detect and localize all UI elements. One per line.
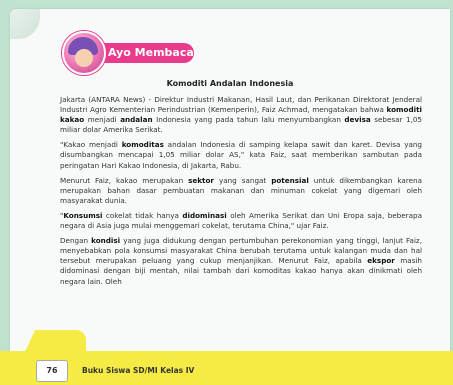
paragraph-text: Dengan bbox=[60, 236, 92, 246]
bold-term: sektor bbox=[188, 175, 214, 185]
bold-term: Konsumsi bbox=[63, 210, 103, 220]
bold-term: komoditas bbox=[121, 140, 164, 150]
page-number: 76 bbox=[36, 360, 68, 382]
paragraph-text: cokelat tidak hanya bbox=[102, 210, 183, 220]
paragraph-text: Indonesia yang pada tahun lalu menyumban… bbox=[152, 115, 345, 125]
paragraph-text: yang sangat bbox=[213, 175, 272, 185]
page-corner-decoration bbox=[10, 9, 40, 39]
paragraph-text: "Kakao menjadi bbox=[60, 140, 122, 150]
paragraph-text: Menurut Faiz, kakao merupakan bbox=[60, 175, 189, 185]
avatar-face bbox=[75, 49, 93, 67]
article-paragraph: Menurut Faiz, kakao merupakan sektor yan… bbox=[60, 176, 422, 206]
student-avatar-icon bbox=[62, 31, 106, 75]
paragraph-text: menjadi bbox=[84, 115, 121, 125]
book-label: Buku Siswa SD/MI Kelas IV bbox=[82, 366, 195, 375]
article-paragraph: "Konsumsi cokelat tidak hanya didominasi… bbox=[60, 211, 422, 231]
article-title: Komoditi Andalan Indonesia bbox=[166, 79, 294, 88]
article-paragraph: Dengan kondisi yang juga didukung dengan… bbox=[60, 236, 422, 286]
article-paragraph: Jakarta (ANTARA News) - Direktur Industr… bbox=[60, 95, 422, 135]
textbook-page: Ayo Membaca Komoditi Andalan Indonesia J… bbox=[10, 9, 450, 383]
article-body: Jakarta (ANTARA News) - Direktur Industr… bbox=[60, 95, 422, 292]
bold-term: ekspor bbox=[367, 256, 395, 266]
paragraph-text: Jakarta (ANTARA News) - Direktur Industr… bbox=[60, 95, 422, 115]
article-paragraph: "Kakao menjadi komoditas andalan Indones… bbox=[60, 140, 422, 170]
bold-term: andalan bbox=[120, 115, 153, 125]
bold-term: potensial bbox=[271, 175, 309, 185]
bold-term: didominasi bbox=[182, 210, 227, 220]
bold-term: devisa bbox=[344, 115, 371, 125]
bold-term: kondisi bbox=[91, 236, 121, 246]
